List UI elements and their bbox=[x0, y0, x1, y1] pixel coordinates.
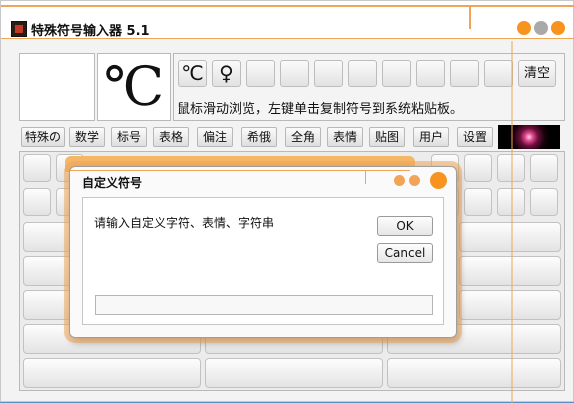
tab-annotation[interactable]: 偏注 bbox=[197, 127, 233, 147]
tab-table[interactable]: 表格 bbox=[153, 127, 189, 147]
recent-symbol-button[interactable] bbox=[450, 60, 479, 87]
recent-symbol-button[interactable] bbox=[280, 60, 309, 87]
tab-math[interactable]: 数学 bbox=[69, 127, 105, 147]
dialog-accent-line bbox=[365, 170, 366, 184]
symbol-cell[interactable] bbox=[205, 358, 383, 388]
symbol-cell[interactable] bbox=[23, 222, 73, 252]
recent-symbol-button[interactable]: ♀ bbox=[212, 60, 241, 87]
tab-emoticons[interactable]: 表情 bbox=[327, 127, 363, 147]
symbol-cell[interactable] bbox=[464, 154, 492, 182]
recent-symbol-button[interactable]: ℃ bbox=[178, 60, 207, 87]
minimize-icon[interactable] bbox=[517, 21, 531, 35]
recent-symbol-button[interactable] bbox=[246, 60, 275, 87]
hint-text: 鼠标滑动浏览，左键单击复制符号到系统粘贴板。 bbox=[177, 102, 464, 117]
title-bar-corner-line bbox=[469, 5, 471, 29]
recent-symbol-button[interactable] bbox=[484, 60, 513, 87]
close-icon[interactable] bbox=[551, 21, 565, 35]
symbol-cell[interactable] bbox=[23, 290, 73, 320]
tab-greek-russian[interactable]: 希俄 bbox=[241, 127, 277, 147]
recent-symbol-button[interactable] bbox=[382, 60, 411, 87]
tab-fullwidth[interactable]: 全角 bbox=[285, 127, 321, 147]
main-window: 特殊符号输入器 5.1 ℃ ℃ ♀ 清空 鼠标滑动浏览，左键单击复制符号到系统粘… bbox=[0, 0, 574, 403]
recent-symbol-button[interactable] bbox=[314, 60, 343, 87]
tab-special[interactable]: 特殊の bbox=[21, 127, 65, 147]
clear-button[interactable]: 清空 bbox=[518, 60, 556, 87]
title-bar[interactable]: 特殊符号输入器 5.1 bbox=[1, 1, 574, 39]
dialog-title: 自定义符号 bbox=[82, 176, 143, 190]
cancel-button[interactable]: Cancel bbox=[377, 243, 433, 263]
window-title: 特殊符号输入器 5.1 bbox=[31, 24, 150, 39]
decorative-logo bbox=[498, 125, 560, 149]
tab-labels[interactable]: 标号 bbox=[111, 127, 147, 147]
symbol-cell[interactable] bbox=[387, 358, 561, 388]
recent-symbol-button[interactable] bbox=[416, 60, 445, 87]
title-bar-accent-line bbox=[1, 5, 574, 7]
symbol-cell[interactable] bbox=[23, 154, 51, 182]
custom-symbol-dialog: 自定义符号 请输入自定义字符、表情、字符串 OK Cancel bbox=[69, 166, 457, 338]
symbol-cell[interactable] bbox=[23, 358, 201, 388]
recent-symbol-button[interactable] bbox=[348, 60, 377, 87]
symbol-cell[interactable] bbox=[459, 222, 561, 252]
symbol-info-panel bbox=[19, 53, 95, 121]
symbol-cell[interactable] bbox=[23, 188, 51, 216]
symbol-cell[interactable] bbox=[459, 256, 561, 286]
symbol-preview: ℃ bbox=[97, 53, 171, 121]
custom-symbol-input[interactable] bbox=[95, 295, 433, 315]
app-icon bbox=[11, 21, 27, 37]
symbol-cell[interactable] bbox=[530, 154, 558, 182]
symbol-cell[interactable] bbox=[530, 188, 558, 216]
dialog-body: 请输入自定义字符、表情、字符串 OK Cancel bbox=[82, 197, 444, 325]
preview-symbol: ℃ bbox=[103, 55, 165, 118]
tab-user[interactable]: 用户 bbox=[413, 127, 449, 147]
dialog-prompt: 请输入自定义字符、表情、字符串 bbox=[94, 216, 275, 230]
dialog-maximize-icon[interactable] bbox=[409, 175, 420, 186]
ok-button[interactable]: OK bbox=[377, 216, 433, 236]
symbol-cell[interactable] bbox=[459, 290, 561, 320]
dialog-accent-line bbox=[70, 170, 410, 171]
tab-stickers[interactable]: 贴图 bbox=[369, 127, 405, 147]
tab-settings[interactable]: 设置 bbox=[457, 127, 493, 147]
dialog-minimize-icon[interactable] bbox=[394, 175, 405, 186]
frame-accent-line bbox=[511, 41, 513, 403]
dialog-close-icon[interactable] bbox=[430, 172, 447, 189]
symbol-cell[interactable] bbox=[464, 188, 492, 216]
maximize-icon[interactable] bbox=[534, 21, 548, 35]
symbol-cell[interactable] bbox=[23, 256, 73, 286]
